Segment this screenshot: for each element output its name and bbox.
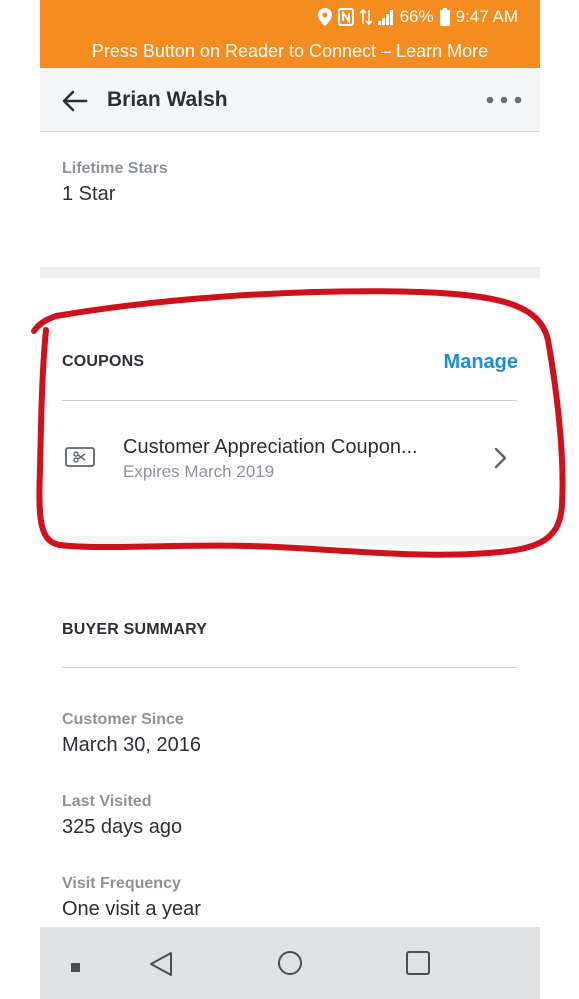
coupons-divider xyxy=(62,400,517,401)
coupons-section-title: COUPONS xyxy=(62,353,145,370)
coupon-scissors-icon xyxy=(65,447,95,467)
customer-since-value: March 30, 2016 xyxy=(62,734,201,756)
phone-screen: 66% 9:47 AM Press Button on Reader to Co… xyxy=(40,0,540,999)
visit-frequency-value: One visit a year xyxy=(62,898,201,920)
nav-back-icon[interactable] xyxy=(149,951,173,982)
coupon-title: Customer Appreciation Coupon... xyxy=(123,436,418,458)
nav-home-icon[interactable] xyxy=(277,950,303,981)
section-divider xyxy=(40,267,540,278)
battery-percent: 66% xyxy=(399,7,434,26)
chevron-right-icon xyxy=(490,446,510,470)
coupon-section-footer xyxy=(40,536,540,546)
visit-frequency-label: Visit Frequency xyxy=(62,875,181,892)
buyer-summary-divider xyxy=(62,667,517,668)
android-nav-bar xyxy=(40,927,540,999)
lifetime-stars-label: Lifetime Stars xyxy=(62,160,168,177)
nav-overview-icon[interactable] xyxy=(405,950,431,981)
coupon-expiry: Expires March 2019 xyxy=(123,462,275,481)
app-header: Brian Walsh xyxy=(40,68,540,132)
recent-apps-dot-icon[interactable] xyxy=(71,959,80,977)
buyer-summary-title: BUYER SUMMARY xyxy=(62,621,208,638)
clock: 9:47 AM xyxy=(455,7,518,26)
coupon-list-item[interactable]: Customer Appreciation Coupon... Expires … xyxy=(40,420,540,492)
last-visited-value: 325 days ago xyxy=(62,816,183,838)
manage-coupons-button[interactable]: Manage xyxy=(444,351,518,374)
nfc-icon xyxy=(337,7,354,27)
last-visited-label: Last Visited xyxy=(62,793,152,810)
customer-since-label: Customer Since xyxy=(62,711,184,728)
page-title: Brian Walsh xyxy=(107,88,228,111)
status-bar: 66% 9:47 AM xyxy=(40,0,540,34)
more-options-icon[interactable] xyxy=(484,90,524,110)
lifetime-stars-value: 1 Star xyxy=(62,183,116,205)
reader-connect-banner[interactable]: Press Button on Reader to Connect – Lear… xyxy=(40,34,540,68)
data-icon xyxy=(359,7,372,27)
back-arrow-icon[interactable] xyxy=(60,86,90,116)
battery-icon xyxy=(439,7,450,27)
banner-text: Press Button on Reader to Connect – Lear… xyxy=(91,40,489,61)
signal-icon xyxy=(377,7,394,27)
location-icon xyxy=(317,7,332,27)
